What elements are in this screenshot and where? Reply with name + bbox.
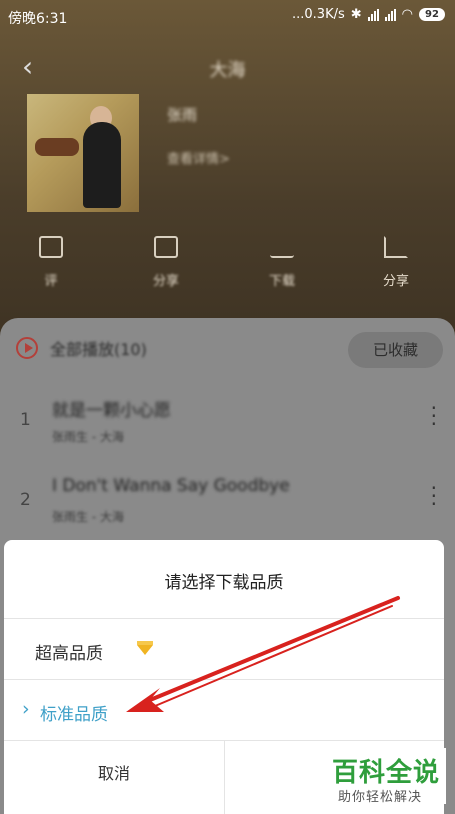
album-artist: 张雨 <box>167 106 198 124</box>
download-icon <box>270 236 294 258</box>
collect-icon <box>154 236 178 258</box>
more-vertical-icon[interactable]: · · · <box>431 398 437 434</box>
signal-icon-2 <box>384 8 396 21</box>
cancel-button[interactable]: 取消 <box>4 740 224 814</box>
dialog-title: 请选择下载品质 <box>164 573 284 593</box>
bluetooth-icon: ✱ <box>350 7 362 22</box>
song-title: 就是一颗小心愿 <box>52 401 171 421</box>
comment-button[interactable]: 评 <box>21 236 81 289</box>
diamond-icon <box>137 641 153 655</box>
signal-icon <box>367 8 379 21</box>
song-row[interactable]: 1 就是一颗小心愿 张雨生 - 大海 · · · <box>0 388 455 468</box>
chevron-right-icon: › <box>22 698 30 720</box>
song-subtitle: 张雨生 - 大海 <box>52 510 124 524</box>
album-cover[interactable] <box>27 94 139 212</box>
option-standard-quality[interactable]: › 标准品质 <box>4 680 444 740</box>
more-vertical-icon[interactable]: · · · <box>431 478 437 514</box>
share-icon <box>384 236 408 258</box>
status-right: ...0.3K/s ✱ ◠ 92 <box>292 7 445 22</box>
network-speed: ...0.3K/s <box>292 7 345 22</box>
play-all-button[interactable]: 全部播放(10) <box>16 336 147 360</box>
action-bar: 评 分享 下载 分享 <box>0 236 455 306</box>
song-title: I Don't Wanna Say Goodbye <box>52 476 290 496</box>
collected-button[interactable]: 已收藏 <box>348 332 443 368</box>
song-subtitle: 张雨生 - 大海 <box>52 430 124 444</box>
option-super-high-quality[interactable]: 超高品质 <box>4 619 444 679</box>
battery-icon: 92 <box>419 8 445 21</box>
album-detail-link[interactable]: 查看详情> <box>167 148 230 167</box>
comment-icon <box>39 236 63 258</box>
song-index: 1 <box>20 410 31 430</box>
watermark: 百科全说 助你轻松解决 <box>324 748 446 805</box>
watermark-tagline: 助你轻松解决 <box>338 790 423 805</box>
download-button[interactable]: 下载 <box>252 236 312 289</box>
status-bar: 傍晚6:31 ...0.3K/s ✱ ◠ 92 <box>0 0 455 34</box>
watermark-brand: 百科全说 <box>332 758 441 788</box>
wifi-icon: ◠ <box>401 7 413 22</box>
collect-button[interactable]: 分享 <box>136 236 196 289</box>
share-button[interactable]: 分享 <box>366 236 426 289</box>
top-nav: ‹ 大海 <box>0 44 455 88</box>
song-row[interactable]: 2 I Don't Wanna Say Goodbye 张雨生 - 大海 · · · <box>0 468 455 548</box>
status-time: 傍晚6:31 <box>8 11 68 27</box>
play-circle-icon <box>16 337 38 359</box>
song-index: 2 <box>20 490 31 510</box>
page-title: 大海 <box>209 60 246 81</box>
